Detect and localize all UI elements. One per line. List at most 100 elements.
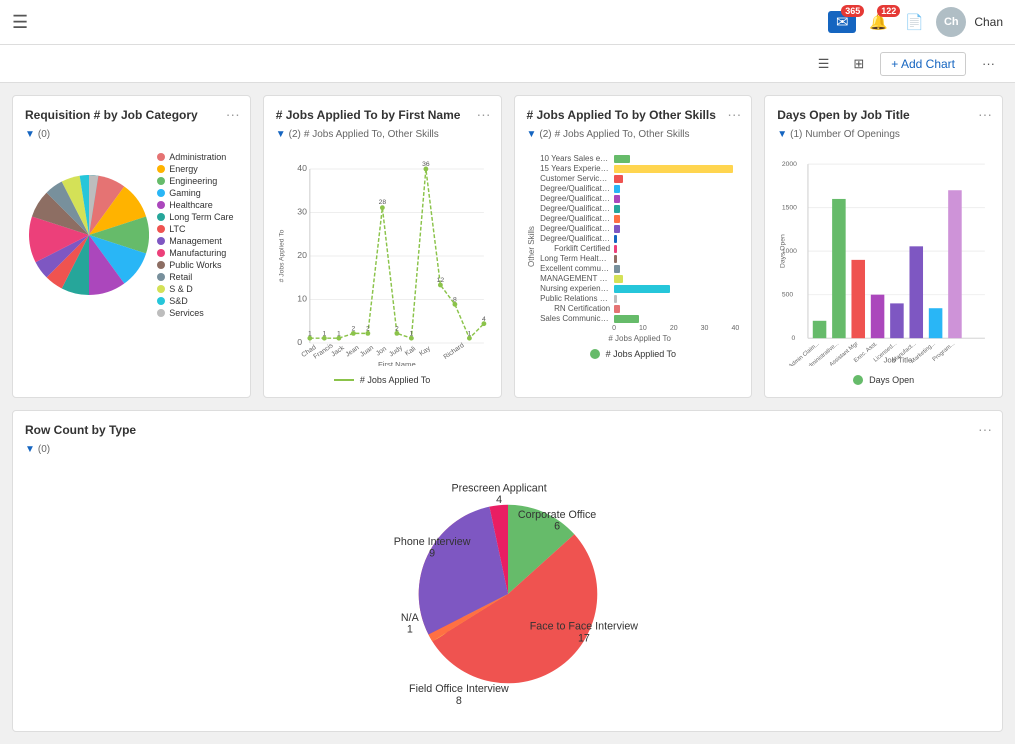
avatar: Ch: [936, 7, 966, 37]
hbar-row-skill: Public Relations Skill: [540, 294, 739, 303]
hbar-bar: [614, 285, 670, 293]
legend-services: Services: [157, 308, 233, 318]
card-title-req: Requisition # by Job Category: [25, 108, 238, 122]
hamburger-menu[interactable]: ☰: [12, 12, 28, 33]
list-view-button[interactable]: ☰: [810, 52, 838, 76]
filter-row-count: ▼ (0): [25, 444, 50, 455]
bell-badge: 122: [877, 5, 900, 17]
hbar-row-skill: Forklift Certified: [540, 244, 739, 253]
hbar-row-skill: Degree/Qualificatio...: [540, 184, 739, 193]
svg-text:Jean: Jean: [344, 344, 360, 358]
bottom-pie-container: Corporate Office 6 Face to Face Intervie…: [25, 469, 990, 719]
chart-legend-fn: # Jobs Applied To: [276, 375, 489, 385]
hbar-label: Nursing experience...: [540, 284, 610, 293]
svg-text:Kay: Kay: [418, 345, 432, 358]
hbar-row-skill: Degree/Qualificatio...: [540, 214, 739, 223]
svg-text:Jon: Jon: [375, 345, 388, 357]
svg-text:500: 500: [782, 292, 794, 299]
svg-text:9: 9: [429, 548, 435, 560]
svg-text:Days Open: Days Open: [780, 234, 787, 268]
hbar-chart-skills: 10 Years Sales exp...15 Years Experienc.…: [540, 154, 739, 323]
svg-text:Field Office Interview: Field Office Interview: [409, 683, 509, 695]
chart-legend-days: Days Open: [777, 375, 990, 385]
mail-badge-container[interactable]: ✉ 365: [828, 11, 856, 33]
svg-text:Juan: Juan: [359, 344, 375, 358]
svg-text:10: 10: [297, 293, 307, 303]
card-menu-row-count[interactable]: ···: [978, 421, 992, 437]
card-title-row-count: Row Count by Type: [25, 423, 990, 437]
svg-text:0: 0: [792, 335, 796, 342]
legend-administration: Administration: [157, 152, 233, 162]
svg-text:17: 17: [577, 632, 589, 644]
legend-energy: Energy: [157, 164, 233, 174]
card-title-skills: # Jobs Applied To by Other Skills: [527, 108, 740, 122]
more-options-button[interactable]: ···: [974, 52, 1003, 75]
card-requisition-by-job: Requisition # by Job Category ··· ▼ (0): [12, 95, 251, 398]
hbar-bar: [614, 195, 620, 203]
hbar-label: RN Certification: [540, 304, 610, 313]
hbar-label: Sales Communicati...: [540, 314, 610, 323]
x-label-skills: # Jobs Applied To: [540, 334, 739, 343]
hbar-label: 15 Years Experienc...: [540, 164, 610, 173]
hbar-label: Degree/Qualificatio...: [540, 234, 610, 243]
card-row-count: Row Count by Type ··· ▼ (0): [12, 410, 1003, 732]
hbar-label: Forklift Certified: [540, 244, 610, 253]
filter-text-skills: # Jobs Applied To, Other Skills: [555, 129, 690, 140]
top-bar-left: ☰: [12, 12, 28, 33]
filter-jobs-fn: ▼ (2) # Jobs Applied To, Other Skills: [276, 129, 439, 140]
card-menu-jobs-fn[interactable]: ···: [477, 106, 491, 122]
card-jobs-first-name: # Jobs Applied To by First Name ··· ▼ (2…: [263, 95, 502, 398]
hbar-row-skill: Long Term Healthc...: [540, 254, 739, 263]
bottom-pie-chart: Corporate Office 6 Face to Face Intervie…: [333, 469, 683, 719]
card-menu-days[interactable]: ···: [978, 106, 992, 122]
hbar-row-skill: Degree/Qualificatio...: [540, 194, 739, 203]
filter-icon-req: ▼: [25, 129, 35, 140]
top-row: Requisition # by Job Category ··· ▼ (0): [12, 95, 1003, 398]
filter-count-req: (0): [38, 129, 50, 140]
hbar-label: Degree/Qualificatio...: [540, 194, 610, 203]
legend-manufacturing: Manufacturing: [157, 248, 233, 258]
svg-text:6: 6: [554, 521, 560, 533]
hbar-label: Degree/Qualificatio...: [540, 204, 610, 213]
hbar-row-skill: 10 Years Sales exp...: [540, 154, 739, 163]
svg-text:20: 20: [297, 250, 307, 260]
legend-retail: Retail: [157, 272, 233, 282]
hbar-row-skill: Excellent communi...: [540, 264, 739, 273]
hbar-label: Long Term Healthc...: [540, 254, 610, 263]
card-title-jobs-fn: # Jobs Applied To by First Name: [276, 108, 489, 122]
svg-text:N/A: N/A: [400, 612, 419, 624]
hbar-row-skill: Sales Communicati...: [540, 314, 739, 323]
filter-icon-days: ▼: [777, 129, 787, 140]
filter-icon-fn: ▼: [276, 129, 286, 140]
hbar-label: Degree/Qualificatio...: [540, 214, 610, 223]
hbar-bar: [614, 175, 623, 183]
grid-view-button[interactable]: ⊞: [845, 52, 872, 76]
svg-text:1: 1: [406, 623, 412, 635]
filter-count-skills: (2): [539, 129, 551, 140]
legend-healthcare: Healthcare: [157, 200, 233, 210]
svg-text:Judy: Judy: [388, 344, 404, 358]
hbar-bar: [614, 255, 617, 263]
card-menu-req[interactable]: ···: [226, 106, 240, 122]
add-chart-label: + Add Chart: [891, 57, 955, 71]
add-chart-button[interactable]: + Add Chart: [880, 52, 966, 76]
hbar-row-skill: Nursing experience...: [540, 284, 739, 293]
hbar-bar: [614, 155, 630, 163]
card-menu-skills[interactable]: ···: [727, 106, 741, 122]
pie-chart-req: [29, 175, 149, 295]
hbar-bar: [614, 185, 620, 193]
bell-badge-container[interactable]: 🔔 122: [864, 11, 892, 33]
card-days-open: Days Open by Job Title ··· ▼ (1) Number …: [764, 95, 1003, 398]
svg-text:28: 28: [378, 199, 386, 206]
legend-engineering: Engineering: [157, 176, 233, 186]
hbar-bar: [614, 315, 639, 323]
doc-icon[interactable]: 📄: [900, 11, 928, 33]
svg-text:2000: 2000: [782, 161, 797, 168]
svg-text:Job Title: Job Title: [884, 355, 913, 364]
user-name: Chan: [974, 15, 1003, 29]
hbar-row-skill: 15 Years Experienc...: [540, 164, 739, 173]
hbar-row-skill: Customer Service b...: [540, 174, 739, 183]
svg-text:# Jobs Applied To: # Jobs Applied To: [278, 229, 285, 282]
hbar-bar: [614, 215, 620, 223]
hbar-bar: [614, 245, 617, 253]
